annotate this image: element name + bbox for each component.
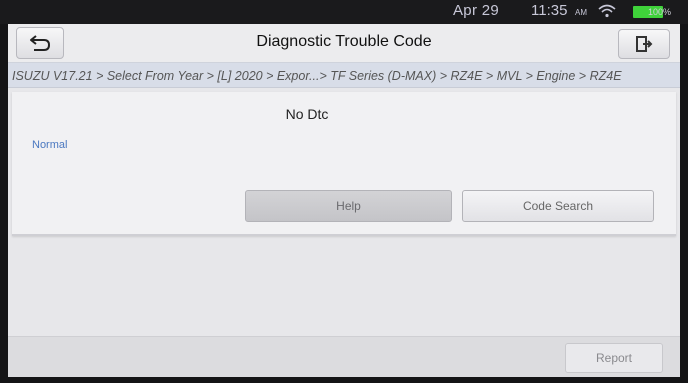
- dtc-message: No Dtc: [285, 106, 329, 122]
- dtc-result-panel: No Dtc Normal Help Code Search: [12, 92, 676, 236]
- report-button[interactable]: Report: [565, 343, 663, 373]
- breadcrumb: ISUZU V17.21 > Select From Year > [L] 20…: [8, 62, 680, 88]
- status-bar: Apr 29 11:35 AM 100%: [0, 0, 688, 24]
- status-ampm: AM: [575, 8, 587, 17]
- exit-button[interactable]: [618, 29, 670, 59]
- wifi-icon: [598, 4, 616, 18]
- page-title: Diagnostic Trouble Code: [256, 33, 432, 50]
- status-date: Apr 29: [453, 2, 499, 19]
- title-bar: Diagnostic Trouble Code: [8, 24, 680, 62]
- status-time: 11:35: [531, 2, 568, 19]
- code-search-button[interactable]: Code Search: [462, 190, 654, 222]
- system-status: Normal: [32, 139, 68, 151]
- bottom-toolbar: Report: [8, 336, 680, 377]
- app-screen: Diagnostic Trouble Code ISUZU V17.21 > S…: [8, 24, 680, 377]
- help-button[interactable]: Help: [245, 190, 452, 222]
- battery-level: 100%: [648, 7, 672, 17]
- exit-icon: [636, 36, 653, 52]
